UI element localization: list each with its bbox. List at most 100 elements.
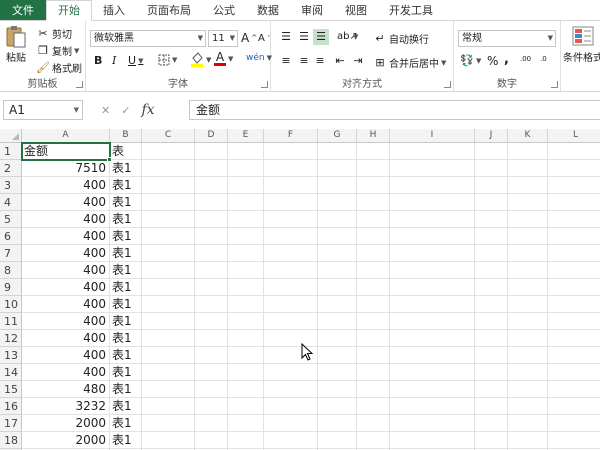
cell-empty[interactable] xyxy=(264,279,318,296)
cell-empty[interactable] xyxy=(475,364,508,381)
cell-empty[interactable] xyxy=(228,313,264,330)
cell-empty[interactable] xyxy=(548,432,600,449)
cell-empty[interactable] xyxy=(475,330,508,347)
fill-color-button[interactable]: ▼ xyxy=(190,52,211,68)
cell-empty[interactable] xyxy=(318,381,357,398)
cell-b5[interactable]: 表1 xyxy=(110,211,142,228)
comma-style-button[interactable]: , xyxy=(504,52,509,67)
cell-empty[interactable] xyxy=(264,160,318,177)
row-header[interactable]: 18 xyxy=(0,432,22,449)
column-header-a[interactable]: A xyxy=(22,129,110,143)
cell-empty[interactable] xyxy=(390,330,475,347)
orientation-button[interactable]: ab↗ ▼ xyxy=(337,30,358,44)
cell-b13[interactable]: 表1 xyxy=(110,347,142,364)
cell-empty[interactable] xyxy=(318,228,357,245)
row-header[interactable]: 7 xyxy=(0,245,22,262)
cell-a11[interactable]: 400 xyxy=(22,313,110,330)
fill-handle[interactable] xyxy=(107,157,112,162)
cell-empty[interactable] xyxy=(228,330,264,347)
alignment-launcher-icon[interactable] xyxy=(444,81,451,88)
cell-empty[interactable] xyxy=(142,296,195,313)
cell-empty[interactable] xyxy=(142,279,195,296)
column-header-k[interactable]: K xyxy=(508,129,548,143)
cell-empty[interactable] xyxy=(318,279,357,296)
cell-empty[interactable] xyxy=(357,177,390,194)
cell-empty[interactable] xyxy=(318,245,357,262)
tab-data[interactable]: 数据 xyxy=(246,0,290,21)
enter-icon[interactable]: ✓ xyxy=(121,104,130,117)
cell-empty[interactable] xyxy=(142,143,195,160)
cell-empty[interactable] xyxy=(195,143,228,160)
cell-empty[interactable] xyxy=(264,415,318,432)
cell-empty[interactable] xyxy=(142,211,195,228)
number-format-select[interactable]: 常规 ▼ xyxy=(458,30,556,47)
cell-empty[interactable] xyxy=(508,347,548,364)
cell-empty[interactable] xyxy=(548,364,600,381)
cell-empty[interactable] xyxy=(264,177,318,194)
cell-empty[interactable] xyxy=(390,177,475,194)
cell-empty[interactable] xyxy=(195,228,228,245)
cell-empty[interactable] xyxy=(548,211,600,228)
cell-empty[interactable] xyxy=(195,279,228,296)
cell-empty[interactable] xyxy=(318,432,357,449)
increase-decimal-button[interactable]: .00 xyxy=(520,55,531,63)
cell-empty[interactable] xyxy=(475,398,508,415)
cell-a1[interactable]: 金额 xyxy=(22,143,110,160)
cell-empty[interactable] xyxy=(475,143,508,160)
cell-a2[interactable]: 7510 xyxy=(22,160,110,177)
cell-empty[interactable] xyxy=(195,364,228,381)
cell-empty[interactable] xyxy=(318,313,357,330)
cell-empty[interactable] xyxy=(548,143,600,160)
cell-b10[interactable]: 表1 xyxy=(110,296,142,313)
cell-empty[interactable] xyxy=(318,364,357,381)
column-header-f[interactable]: F xyxy=(264,129,318,143)
tab-developer[interactable]: 开发工具 xyxy=(378,0,444,21)
cell-empty[interactable] xyxy=(508,330,548,347)
cell-empty[interactable] xyxy=(548,228,600,245)
cell-empty[interactable] xyxy=(142,245,195,262)
cell-b7[interactable]: 表1 xyxy=(110,245,142,262)
cell-empty[interactable] xyxy=(475,245,508,262)
row-header[interactable]: 15 xyxy=(0,381,22,398)
column-header-d[interactable]: D xyxy=(195,129,228,143)
cell-empty[interactable] xyxy=(318,296,357,313)
row-header[interactable]: 5 xyxy=(0,211,22,228)
align-top-button[interactable]: ☰ xyxy=(279,30,293,44)
cell-empty[interactable] xyxy=(508,262,548,279)
decrease-decimal-button[interactable]: .0 xyxy=(540,55,547,63)
cell-empty[interactable] xyxy=(228,432,264,449)
cell-a8[interactable]: 400 xyxy=(22,262,110,279)
cell-empty[interactable] xyxy=(357,194,390,211)
cell-empty[interactable] xyxy=(548,160,600,177)
cell-empty[interactable] xyxy=(357,143,390,160)
cell-empty[interactable] xyxy=(195,245,228,262)
insert-function-icon[interactable]: fx xyxy=(141,102,154,118)
column-header-g[interactable]: G xyxy=(318,129,357,143)
decrease-indent-button[interactable]: ⇤ xyxy=(333,54,347,68)
cell-empty[interactable] xyxy=(142,398,195,415)
column-header-b[interactable]: B xyxy=(110,129,142,143)
cell-empty[interactable] xyxy=(508,245,548,262)
cell-empty[interactable] xyxy=(548,347,600,364)
cell-empty[interactable] xyxy=(508,211,548,228)
cell-empty[interactable] xyxy=(357,262,390,279)
cell-empty[interactable] xyxy=(195,330,228,347)
column-header-l[interactable]: L xyxy=(548,129,600,143)
tab-view[interactable]: 视图 xyxy=(334,0,378,21)
column-header-c[interactable]: C xyxy=(142,129,195,143)
cell-empty[interactable] xyxy=(228,296,264,313)
cell-empty[interactable] xyxy=(390,398,475,415)
row-header[interactable]: 14 xyxy=(0,364,22,381)
cell-b18[interactable]: 表1 xyxy=(110,432,142,449)
cell-empty[interactable] xyxy=(264,432,318,449)
merge-center-button[interactable]: ⊞ 合并后居中 ▼ xyxy=(373,55,446,71)
cell-a15[interactable]: 480 xyxy=(22,381,110,398)
cell-empty[interactable] xyxy=(264,313,318,330)
align-middle-button[interactable]: ☰ xyxy=(297,30,311,44)
cell-a17[interactable]: 2000 xyxy=(22,415,110,432)
clipboard-launcher-icon[interactable] xyxy=(76,81,83,88)
cell-empty[interactable] xyxy=(264,194,318,211)
cut-button[interactable]: ✂ 剪切 xyxy=(36,26,72,42)
align-right-button[interactable]: ≡ xyxy=(313,54,327,68)
cell-empty[interactable] xyxy=(318,262,357,279)
